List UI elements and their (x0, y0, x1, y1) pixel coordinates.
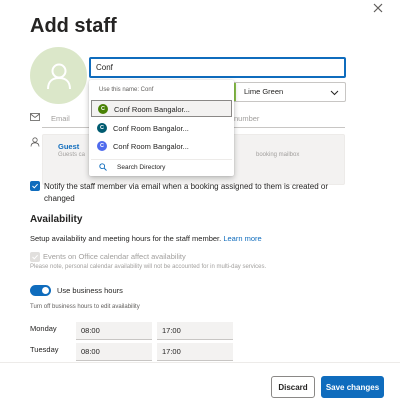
events-label: Events on Office calendar affect availab… (43, 252, 186, 261)
business-hours-label: Use business hours (57, 286, 123, 295)
avatar[interactable] (30, 47, 87, 104)
search-directory-label: Search Directory (117, 164, 166, 171)
color-value: Lime Green (244, 87, 284, 96)
business-hours-hint: Turn off business hours to edit availabi… (30, 304, 140, 310)
learn-more-link[interactable]: Learn more (223, 234, 261, 243)
suggestion-item[interactable]: C Conf Room Bangalor... (91, 100, 232, 117)
name-suggestions-dropdown: Use this name: Conf C Conf Room Bangalor… (89, 80, 234, 176)
check-icon (32, 254, 38, 260)
day-label-tuesday: Tuesday (30, 345, 59, 354)
discard-button[interactable]: Discard (271, 376, 315, 398)
save-changes-button[interactable]: Save changes (321, 376, 384, 398)
person-role-icon (30, 137, 40, 147)
search-directory-option[interactable]: Search Directory (91, 159, 232, 174)
notify-label: Notify the staff member via email when a… (44, 182, 328, 203)
tuesday-end-time[interactable]: 17:00 (157, 343, 233, 361)
monday-start-time[interactable]: 08:00 (76, 322, 152, 340)
business-hours-toggle[interactable] (30, 285, 51, 296)
toggle-knob (42, 287, 49, 294)
staff-name-input[interactable]: Conf (89, 57, 346, 78)
suggestion-item[interactable]: C Conf Room Bangalor... (91, 138, 232, 155)
availability-setup-text: Setup availability and meeting hours for… (30, 234, 262, 243)
use-this-name-option[interactable]: Use this name: Conf (99, 87, 153, 93)
search-icon (99, 163, 107, 171)
suggestion-label: Conf Room Bangalor... (114, 105, 190, 114)
role-mailbox-text: booking mailbox (256, 152, 300, 158)
suggestion-label: Conf Room Bangalor... (113, 142, 189, 151)
multi-day-note: Please note, personal calendar availabil… (30, 264, 267, 270)
suggestion-avatar: C (98, 104, 108, 114)
check-icon (32, 183, 38, 189)
suggestion-avatar: C (97, 141, 107, 151)
setup-text: Setup availability and meeting hours for… (30, 234, 222, 243)
role-guest-description: Guests ca (58, 152, 86, 158)
chevron-down-icon (330, 90, 339, 96)
day-label-monday: Monday (30, 324, 57, 333)
notify-checkbox[interactable] (30, 181, 40, 191)
suggestion-item[interactable]: C Conf Room Bangalor... (91, 120, 232, 137)
close-icon[interactable] (371, 1, 385, 15)
events-checkbox (30, 252, 40, 262)
color-select[interactable]: Lime Green (232, 82, 346, 102)
phone-field[interactable]: number (234, 111, 345, 128)
tuesday-start-time[interactable]: 08:00 (76, 343, 152, 361)
suggestion-label: Conf Room Bangalor... (113, 124, 189, 133)
monday-end-time[interactable]: 17:00 (157, 322, 233, 340)
mail-icon (30, 113, 40, 121)
person-icon (46, 63, 71, 89)
role-guest-label: Guest (58, 142, 80, 151)
suggestion-avatar: C (97, 123, 107, 133)
panel-title: Add staff (30, 15, 117, 37)
availability-title: Availability (30, 214, 83, 225)
